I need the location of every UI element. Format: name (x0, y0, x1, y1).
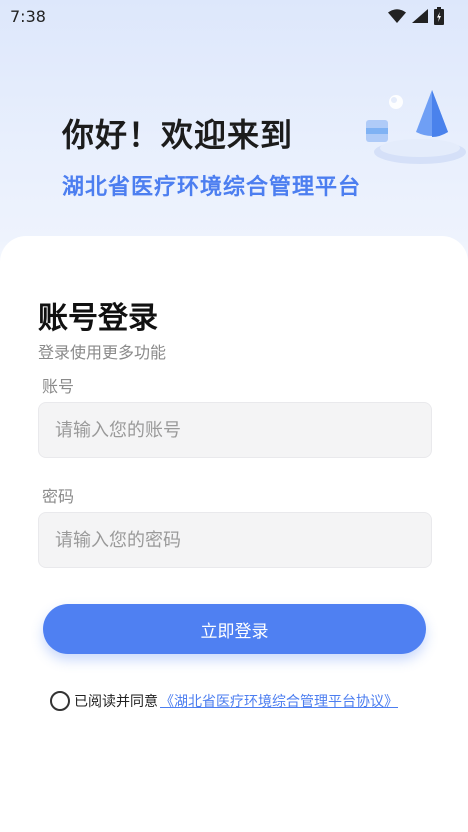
login-button[interactable]: 立即登录 (43, 604, 426, 654)
password-input[interactable] (38, 512, 432, 568)
agree-radio[interactable] (50, 691, 70, 711)
agreement-link[interactable]: 《湖北省医疗环境综合管理平台协议》 (160, 691, 398, 711)
wifi-icon (388, 9, 406, 23)
login-card: 账号登录 登录使用更多功能 账号 密码 立即登录 已阅读并同意 《湖北省医疗环境… (0, 236, 468, 832)
status-icons (388, 7, 444, 25)
cellular-signal-icon (412, 9, 428, 23)
status-bar: 7:38 (0, 0, 468, 32)
login-subtitle: 登录使用更多功能 (38, 343, 167, 362)
platform-name: 湖北省医疗环境综合管理平台 (62, 175, 362, 200)
login-screen: 7:38 你好！欢迎来到 湖北省医疗环境综合管理平台 账号登录 登录使用更多功能… (0, 0, 468, 832)
login-title: 账号登录 (38, 301, 158, 336)
agreement-text: 已阅读并同意 (74, 694, 158, 710)
account-label: 账号 (42, 377, 75, 396)
battery-icon (434, 7, 444, 25)
hero-greeting: 你好！欢迎来到 (62, 116, 294, 154)
status-time: 7:38 (10, 6, 46, 26)
account-input[interactable] (38, 402, 432, 458)
password-label: 密码 (42, 487, 75, 506)
hero-illustration (340, 80, 468, 180)
agreement-row: 已阅读并同意 《湖北省医疗环境综合管理平台协议》 (50, 691, 398, 711)
